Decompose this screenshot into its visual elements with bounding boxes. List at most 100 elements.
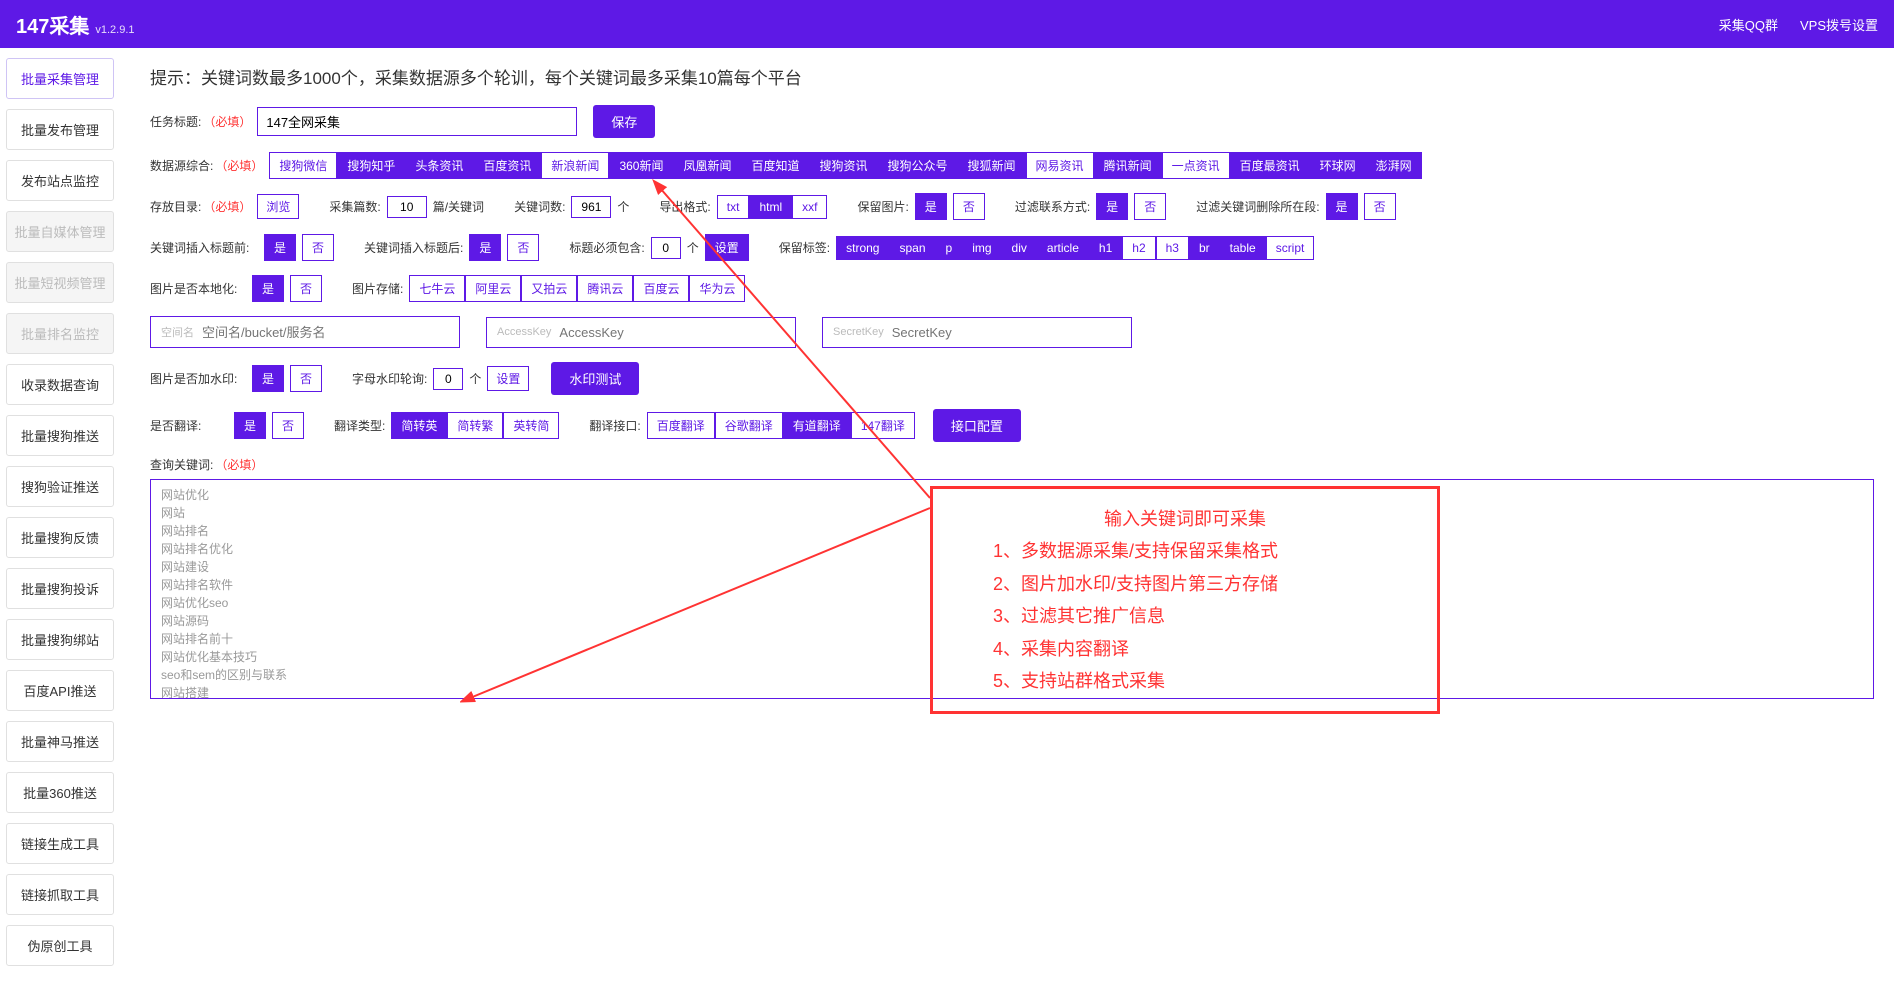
title-must-label: 标题必须包含: [569, 239, 644, 256]
source-tag-9[interactable]: 搜狗公众号 [878, 152, 958, 179]
keep-tag-6[interactable]: h1 [1089, 236, 1122, 260]
sidebar-item-4: 批量短视频管理 [6, 262, 114, 303]
format-tag-1[interactable]: html [749, 195, 792, 219]
keep-tag-4[interactable]: div [1002, 236, 1037, 260]
alpha-wm-input[interactable] [433, 368, 463, 390]
sidebar-item-6[interactable]: 收录数据查询 [6, 364, 114, 405]
watermark-no[interactable]: 否 [290, 365, 322, 392]
source-tag-12[interactable]: 腾讯新闻 [1094, 152, 1162, 179]
secretkey-input[interactable] [892, 325, 1121, 340]
source-tag-16[interactable]: 澎湃网 [1366, 152, 1422, 179]
keep-img-yes[interactable]: 是 [915, 193, 947, 220]
keep-tag-8[interactable]: h3 [1156, 236, 1189, 260]
cloud-tag-4[interactable]: 百度云 [633, 275, 689, 302]
cloud-tag-2[interactable]: 又拍云 [521, 275, 577, 302]
sidebar-item-13[interactable]: 批量神马推送 [6, 721, 114, 762]
trans-type-2[interactable]: 英转简 [503, 412, 559, 439]
filter-contact-no[interactable]: 否 [1134, 193, 1166, 220]
source-tag-1[interactable]: 搜狗知乎 [337, 152, 405, 179]
source-tag-3[interactable]: 百度资讯 [473, 152, 541, 179]
source-tag-4[interactable]: 新浪新闻 [541, 152, 609, 179]
format-tag-0[interactable]: txt [717, 195, 750, 219]
kw-after-no[interactable]: 否 [507, 234, 539, 261]
source-tag-11[interactable]: 网易资讯 [1026, 152, 1094, 179]
space-input[interactable] [202, 325, 449, 340]
trans-api-0[interactable]: 百度翻译 [647, 412, 715, 439]
alpha-wm-set[interactable]: 设置 [487, 366, 529, 391]
translate-yes[interactable]: 是 [234, 412, 266, 439]
save-button[interactable]: 保存 [593, 105, 655, 138]
format-tag-2[interactable]: xxf [792, 195, 827, 219]
kw-before-yes[interactable]: 是 [264, 234, 296, 261]
watermark-yes[interactable]: 是 [252, 365, 284, 392]
keywords-textarea[interactable] [150, 479, 1874, 699]
sidebar-item-16[interactable]: 链接抓取工具 [6, 874, 114, 915]
filter-kw-label: 过滤关键词删除所在段: [1196, 198, 1319, 215]
keep-tag-3[interactable]: img [962, 236, 1001, 260]
link-qq-group[interactable]: 采集QQ群 [1719, 15, 1778, 34]
accesskey-input[interactable] [559, 325, 785, 340]
filter-kw-no[interactable]: 否 [1364, 193, 1396, 220]
task-title-label: 任务标题:（必填） [150, 113, 251, 130]
source-tag-15[interactable]: 环球网 [1310, 152, 1366, 179]
keep-tag-0[interactable]: strong [836, 236, 889, 260]
sidebar-item-2[interactable]: 发布站点监控 [6, 160, 114, 201]
sidebar-item-12[interactable]: 百度API推送 [6, 670, 114, 711]
filter-contact-yes[interactable]: 是 [1096, 193, 1128, 220]
source-tag-14[interactable]: 百度最资讯 [1230, 152, 1310, 179]
translate-no[interactable]: 否 [272, 412, 304, 439]
title-must-input[interactable] [651, 237, 681, 259]
cloud-tag-0[interactable]: 七牛云 [409, 275, 465, 302]
title-must-set[interactable]: 设置 [705, 234, 749, 261]
kw-after-yes[interactable]: 是 [469, 234, 501, 261]
sidebar-item-17[interactable]: 伪原创工具 [6, 925, 114, 966]
cloud-tag-1[interactable]: 阿里云 [465, 275, 521, 302]
count-input[interactable] [387, 196, 427, 218]
keep-tag-10[interactable]: table [1220, 236, 1266, 260]
translate-api-label: 翻译接口: [589, 417, 640, 434]
sidebar-item-9[interactable]: 批量搜狗反馈 [6, 517, 114, 558]
source-tag-7[interactable]: 百度知道 [741, 152, 809, 179]
sidebar-item-0[interactable]: 批量采集管理 [6, 58, 114, 99]
source-tag-0[interactable]: 搜狗微信 [269, 152, 337, 179]
keep-tag-2[interactable]: p [936, 236, 963, 260]
keep-tags-label: 保留标签: [779, 239, 830, 256]
watermark-test-button[interactable]: 水印测试 [551, 362, 639, 395]
keep-tag-7[interactable]: h2 [1122, 236, 1155, 260]
trans-api-2[interactable]: 有道翻译 [783, 412, 851, 439]
source-tag-13[interactable]: 一点资讯 [1162, 152, 1230, 179]
kw-before-no[interactable]: 否 [302, 234, 334, 261]
sidebar-item-1[interactable]: 批量发布管理 [6, 109, 114, 150]
trans-type-0[interactable]: 简转英 [391, 412, 447, 439]
source-tag-10[interactable]: 搜狐新闻 [958, 152, 1026, 179]
filter-kw-yes[interactable]: 是 [1326, 193, 1358, 220]
translate-label: 是否翻译: [150, 417, 228, 434]
keep-tag-5[interactable]: article [1037, 236, 1089, 260]
keep-tag-11[interactable]: script [1266, 236, 1315, 260]
sidebar-item-8[interactable]: 搜狗验证推送 [6, 466, 114, 507]
img-local-yes[interactable]: 是 [252, 275, 284, 302]
link-vps-settings[interactable]: VPS拨号设置 [1800, 15, 1878, 34]
kw-count-input[interactable] [571, 196, 611, 218]
cloud-tag-5[interactable]: 华为云 [689, 275, 745, 302]
cloud-tag-3[interactable]: 腾讯云 [577, 275, 633, 302]
trans-api-1[interactable]: 谷歌翻译 [715, 412, 783, 439]
browse-button[interactable]: 浏览 [257, 194, 299, 219]
img-local-no[interactable]: 否 [290, 275, 322, 302]
source-tag-6[interactable]: 凤凰新闻 [673, 152, 741, 179]
sidebar-item-11[interactable]: 批量搜狗绑站 [6, 619, 114, 660]
keep-tag-1[interactable]: span [889, 236, 935, 260]
source-tag-2[interactable]: 头条资讯 [405, 152, 473, 179]
sidebar-item-7[interactable]: 批量搜狗推送 [6, 415, 114, 456]
sidebar-item-14[interactable]: 批量360推送 [6, 772, 114, 813]
sidebar-item-15[interactable]: 链接生成工具 [6, 823, 114, 864]
source-tag-5[interactable]: 360新闻 [609, 152, 673, 179]
sidebar-item-10[interactable]: 批量搜狗投诉 [6, 568, 114, 609]
source-tag-8[interactable]: 搜狗资讯 [810, 152, 878, 179]
keep-img-no[interactable]: 否 [953, 193, 985, 220]
trans-type-1[interactable]: 简转繁 [447, 412, 503, 439]
keep-tag-9[interactable]: br [1189, 236, 1220, 260]
api-config-button[interactable]: 接口配置 [933, 409, 1021, 442]
trans-api-3[interactable]: 147翻译 [851, 412, 915, 439]
task-title-input[interactable] [257, 107, 577, 136]
